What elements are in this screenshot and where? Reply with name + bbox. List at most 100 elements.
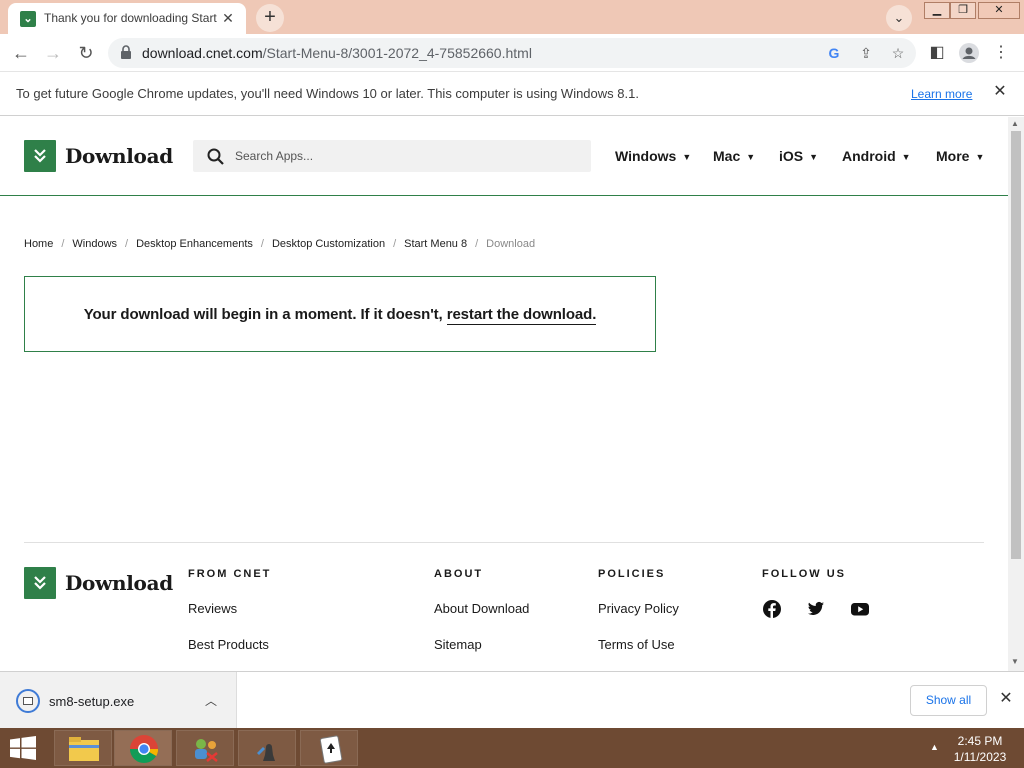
download-logo-icon[interactable] [24,140,56,172]
breadcrumb-start-menu-8[interactable]: Start Menu 8 [404,238,467,250]
breadcrumb-desktop-enhancements[interactable]: Desktop Enhancements [136,238,253,250]
nav-more[interactable]: More ▼ [936,148,984,164]
profile-avatar-icon[interactable] [956,40,982,66]
tab-search-button[interactable]: ⌄ [886,5,912,31]
chevron-down-icon: ▼ [746,152,756,162]
tab-strip: ⌄ Thank you for downloading Start Menu 8… [0,0,1024,34]
breadcrumb-home[interactable]: Home [24,238,53,250]
address-bar[interactable]: download.cnet.com/Start-Menu-8/3001-2072… [108,38,916,68]
scroll-down-icon[interactable]: ▼ [1011,657,1019,666]
restart-download-link[interactable]: restart the download. [446,306,596,325]
search-placeholder: Search Apps... [235,149,314,163]
tray-overflow-icon[interactable]: ▲ [930,742,939,752]
nav-label: Windows [615,148,677,164]
chevron-down-icon: ▼ [682,152,692,162]
scrollbar-thumb[interactable] [1011,131,1021,559]
browser-tab[interactable]: ⌄ Thank you for downloading Start Menu 8… [8,3,246,34]
browser-menu-icon[interactable]: ⋮ [988,40,1014,66]
nav-label: iOS [779,148,804,164]
reload-icon[interactable]: ↻ [73,40,99,66]
nav-ios[interactable]: iOS ▼ [779,148,818,164]
facebook-icon[interactable] [763,600,781,618]
notice-message: Your download will begin in a moment. If… [25,306,655,325]
header-divider [0,195,1008,196]
footer-heading-follow-us: FOLLOW US [762,568,846,580]
windows-taskbar: ▲ 2:45 PM 1/11/2023 [0,728,1024,768]
nav-mac[interactable]: Mac ▼ [713,148,755,164]
chevron-down-icon: ▼ [809,152,819,162]
footer-logo-text[interactable]: Download [65,571,173,595]
download-file-name: sm8-setup.exe [49,694,135,709]
footer-link-about-download[interactable]: About Download [434,601,529,616]
page-content: Download Search Apps... Windows ▼ Mac ▼ iO… [0,117,1008,671]
chevron-down-icon: ▼ [901,152,911,162]
learn-more-link[interactable]: Learn more [911,87,972,101]
nav-label: Mac [713,148,741,164]
chess-icon[interactable] [238,730,296,766]
tab-title: Thank you for downloading Start Menu 8 [44,11,220,25]
search-icon [207,148,224,165]
clock-date: 1/11/2023 [953,750,1007,764]
chrome-icon[interactable] [114,730,172,766]
footer-link-reviews[interactable]: Reviews [188,601,237,616]
breadcrumb-desktop-customization[interactable]: Desktop Customization [272,238,385,250]
nav-android[interactable]: Android ▼ [842,148,911,164]
breadcrumb: Home / Windows / Desktop Enhancements / Deskto… [24,238,536,250]
cnet-download-icon: ⌄ [20,11,36,27]
nav-label: Android [842,148,896,164]
chevron-down-icon: ▼ [975,152,985,162]
bookmark-star-icon[interactable]: ☆ [888,43,908,63]
chevron-up-icon[interactable]: ︿ [205,692,217,709]
clock-time: 2:45 PM [957,734,1003,748]
show-all-button[interactable]: Show all [910,685,987,716]
download-item[interactable]: sm8-setup.exe ︿ [0,672,237,729]
breadcrumb-current: Download [486,238,536,250]
window-close-button[interactable]: ✕ [978,2,1020,19]
file-explorer-icon[interactable] [54,730,112,766]
exe-file-icon [16,689,40,713]
infobar-close-icon[interactable]: ✕ [990,82,1010,102]
page-scrollbar[interactable]: ▲ ▼ [1008,117,1024,671]
url-path: /Start-Menu-8/3001-2072_4-75852660.html [262,45,532,61]
nav-label: More [936,148,970,164]
site-logo-text[interactable]: Download [65,144,173,168]
notice-text: Your download will begin in a moment. If… [83,306,447,323]
footer-link-privacy-policy[interactable]: Privacy Policy [598,601,679,616]
lock-icon [121,45,131,59]
tab-close-icon[interactable]: ✕ [218,8,238,28]
windows-start-icon[interactable] [8,736,38,760]
download-notice: Your download will begin in a moment. If… [24,276,656,352]
nav-windows[interactable]: Windows ▼ [615,148,691,164]
footer-heading-policies: POLICIES [598,568,666,580]
downloads-close-icon[interactable]: ✕ [996,689,1016,709]
youtube-icon[interactable] [851,600,869,618]
update-infobar: To get future Google Chrome updates, you… [0,72,1024,116]
footer-heading-about: ABOUT [434,568,484,580]
network-icon[interactable] [176,730,234,766]
search-input[interactable]: Search Apps... [193,140,591,172]
footer-heading-from-cnet: FROM CNET [188,568,272,580]
google-lens-icon[interactable]: G [824,43,844,63]
taskbar-clock[interactable]: 2:45 PM 1/11/2023 [944,733,1016,765]
footer-link-sitemap[interactable]: Sitemap [434,637,482,652]
footer-link-terms-of-use[interactable]: Terms of Use [598,637,675,652]
footer-link-best-products[interactable]: Best Products [188,637,269,652]
new-tab-button[interactable]: + [256,4,284,32]
window-restore-button[interactable]: ❐ [950,2,976,19]
browser-toolbar: ← → ↻ download.cnet.com/Start-Menu-8/300… [0,34,1024,72]
share-icon[interactable]: ⇪ [856,43,876,63]
back-icon[interactable]: ← [8,40,34,66]
scroll-up-icon[interactable]: ▲ [1011,119,1019,128]
twitter-icon[interactable] [807,600,825,618]
url-text: download.cnet.com/Start-Menu-8/3001-2072… [142,45,532,61]
footer-download-logo-icon[interactable] [24,567,56,599]
breadcrumb-windows[interactable]: Windows [72,238,117,250]
window-minimize-button[interactable]: ▁ [924,2,950,19]
footer-divider [24,542,984,543]
forward-icon[interactable]: → [40,40,66,66]
downloads-bar: sm8-setup.exe ︿ Show all ✕ [0,671,1024,729]
side-panel-icon[interactable]: ◧ [924,40,950,66]
infobar-message: To get future Google Chrome updates, you… [16,86,639,101]
url-host: download.cnet.com [142,45,263,61]
solitaire-icon[interactable] [300,730,358,766]
